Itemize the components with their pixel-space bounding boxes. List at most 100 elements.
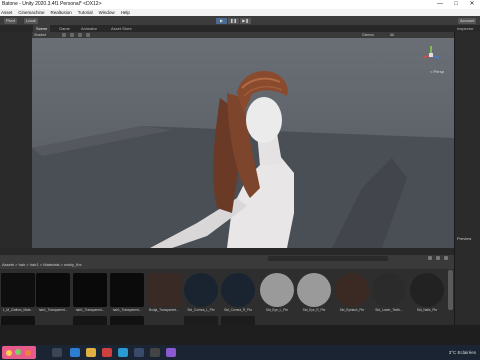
account-button[interactable]: Account xyxy=(458,17,477,24)
maximize-button[interactable]: □ xyxy=(448,0,464,9)
asset-name: hair1_Transparent... xyxy=(75,308,105,312)
asset-tile[interactable] xyxy=(221,316,255,325)
asset-tile[interactable] xyxy=(184,316,218,325)
mail-icon[interactable] xyxy=(102,348,112,357)
character-head xyxy=(246,97,282,143)
material-thumbnail xyxy=(110,273,144,307)
material-thumbnail xyxy=(184,273,218,307)
effects-toggle-icon[interactable] xyxy=(86,33,90,37)
asset-name: Std_Lower_Teeth... xyxy=(375,308,403,312)
preview-title: Preview xyxy=(457,236,472,241)
steam-icon[interactable] xyxy=(134,348,144,357)
asset-tile[interactable]: Std_Cornea_L_Pbr xyxy=(184,273,218,312)
material-thumbnail xyxy=(260,273,294,307)
asset-tile[interactable]: Std_Cornea_R_Pbr xyxy=(221,273,255,312)
2d-toggle-icon[interactable] xyxy=(62,33,66,37)
close-button[interactable]: ✕ xyxy=(464,0,480,9)
project-view-icons xyxy=(428,256,448,260)
asset-tile[interactable]: hair1_Transparent... xyxy=(110,273,144,312)
star-icon[interactable] xyxy=(444,256,448,260)
breadcrumb[interactable]: Assets > hair > hair1 > Materials > wink… xyxy=(2,262,82,267)
vs-icon[interactable] xyxy=(166,348,176,357)
edge-icon[interactable] xyxy=(118,348,128,357)
asset-tile[interactable]: Std_Eye_L_Pbr xyxy=(260,273,294,312)
tab-animator[interactable]: Animator xyxy=(78,25,100,32)
pause-button[interactable]: ❚❚ xyxy=(228,17,239,24)
asset-tile[interactable] xyxy=(73,316,107,325)
browser-icon[interactable] xyxy=(70,348,80,357)
folder-icon[interactable] xyxy=(86,348,96,357)
menu-realtusion[interactable]: Realtusion xyxy=(51,9,72,16)
lighting-toggle-icon[interactable] xyxy=(70,33,74,37)
asset-scrollbar[interactable] xyxy=(448,270,453,310)
asset-tile[interactable]: Std_Eye_R_Pbr xyxy=(297,273,331,312)
asset-name: 1_M_Clothes_Mate... xyxy=(2,308,34,312)
asset-name: hair1_Transparent... xyxy=(112,308,142,312)
menu-window[interactable]: Window xyxy=(99,9,115,16)
material-thumbnail xyxy=(221,273,255,307)
material-thumbnail xyxy=(36,273,70,307)
audio-toggle-icon[interactable] xyxy=(78,33,82,37)
menu-asset[interactable]: Asset xyxy=(1,9,12,16)
asset-name: Std_Eye_L_Pbr xyxy=(265,308,289,312)
asset-tile[interactable]: hair1_Transparent... xyxy=(36,273,70,312)
material-thumbnail xyxy=(335,273,369,307)
orientation-gizmo-icon[interactable] xyxy=(420,44,442,66)
pivot-button[interactable]: Pivot xyxy=(4,17,17,24)
widgets-icon[interactable] xyxy=(2,346,36,359)
asset-name: Std_Eyelash_Pbr xyxy=(339,308,365,312)
menu-help[interactable]: Help xyxy=(121,9,130,16)
tab-inspector[interactable]: Inspector xyxy=(454,25,476,32)
tab-scene[interactable]: Scene xyxy=(33,25,51,32)
asset-tile[interactable]: Bodja_Transparent... xyxy=(147,273,181,312)
tab-asset-store[interactable]: Asset Store xyxy=(108,25,135,32)
label-icon[interactable] xyxy=(436,256,440,260)
asset-tile[interactable]: Std_Nails_Pbr xyxy=(410,273,444,312)
search-icon[interactable] xyxy=(52,348,62,357)
project-search-input[interactable] xyxy=(268,256,388,261)
asset-name: Std_Eye_R_Pbr xyxy=(302,308,326,312)
asset-tile[interactable]: Std_Eyelash_Pbr xyxy=(335,273,369,312)
project-tabs xyxy=(0,248,454,255)
asset-name: hair1_Transparent... xyxy=(38,308,68,312)
asset-name: Std_Cornea_L_Pbr xyxy=(187,308,215,312)
menu-tutorial[interactable]: Tutorial xyxy=(78,9,93,16)
weather-widget[interactable]: 3°C Eclairées xyxy=(449,347,476,358)
material-thumbnail xyxy=(147,273,181,307)
minimize-button[interactable]: — xyxy=(432,0,448,9)
unity-icon[interactable] xyxy=(150,348,160,357)
material-thumbnail xyxy=(372,273,406,307)
material-thumbnail xyxy=(410,273,444,307)
asset-name: Bodja_Transparent... xyxy=(149,308,179,312)
local-button[interactable]: Local xyxy=(24,17,38,24)
step-button[interactable]: ▶❚ xyxy=(240,17,251,24)
asset-name: Std_Cornea_R_Pbr xyxy=(224,308,252,312)
asset-grid: 1_M_Clothes_Mate... hair1_Transparent...… xyxy=(0,269,454,325)
main-toolbar: Pivot Local ▶ ❚❚ ▶❚ Account xyxy=(0,16,480,25)
tab-game[interactable]: Game xyxy=(56,25,73,32)
inspector-panel: Preview xyxy=(454,32,480,325)
asset-tile[interactable]: 1_M_Clothes_Mate... xyxy=(1,273,35,312)
window-title-bar: Batone - Unity 2020.3.4f1 Personal* <DX1… xyxy=(0,0,480,9)
perspective-label[interactable]: < Persp xyxy=(430,69,444,74)
scene-render xyxy=(32,70,454,248)
editor-tabs: Scene Game Animator Asset Store Inspecto… xyxy=(0,25,480,32)
asset-tile[interactable] xyxy=(110,316,144,325)
play-button[interactable]: ▶ xyxy=(216,17,227,24)
menu-cinemachine[interactable]: Cinemachine xyxy=(18,9,44,16)
asset-tile[interactable]: hair1_Transparent... xyxy=(73,273,107,312)
material-thumbnail xyxy=(73,273,107,307)
play-controls: ▶ ❚❚ ▶❚ xyxy=(216,17,251,24)
windows-taskbar: 3°C Eclairées xyxy=(0,345,480,360)
window-controls: — □ ✕ xyxy=(432,0,480,9)
hierarchy-panel xyxy=(0,32,32,248)
asset-name: Std_Nails_Pbr xyxy=(416,308,438,312)
asset-tile[interactable]: Std_Lower_Teeth... xyxy=(372,273,406,312)
material-thumbnail xyxy=(297,273,331,307)
material-thumbnail xyxy=(1,273,35,307)
scene-viewport[interactable]: < Persp xyxy=(32,38,454,248)
menu-bar: Asset Cinemachine Realtusion Tutorial Wi… xyxy=(0,9,480,16)
window-title: Batone - Unity 2020.3.4f1 Personal* <DX1… xyxy=(2,1,102,7)
filter-icon[interactable] xyxy=(428,256,432,260)
asset-tile[interactable] xyxy=(1,316,35,325)
